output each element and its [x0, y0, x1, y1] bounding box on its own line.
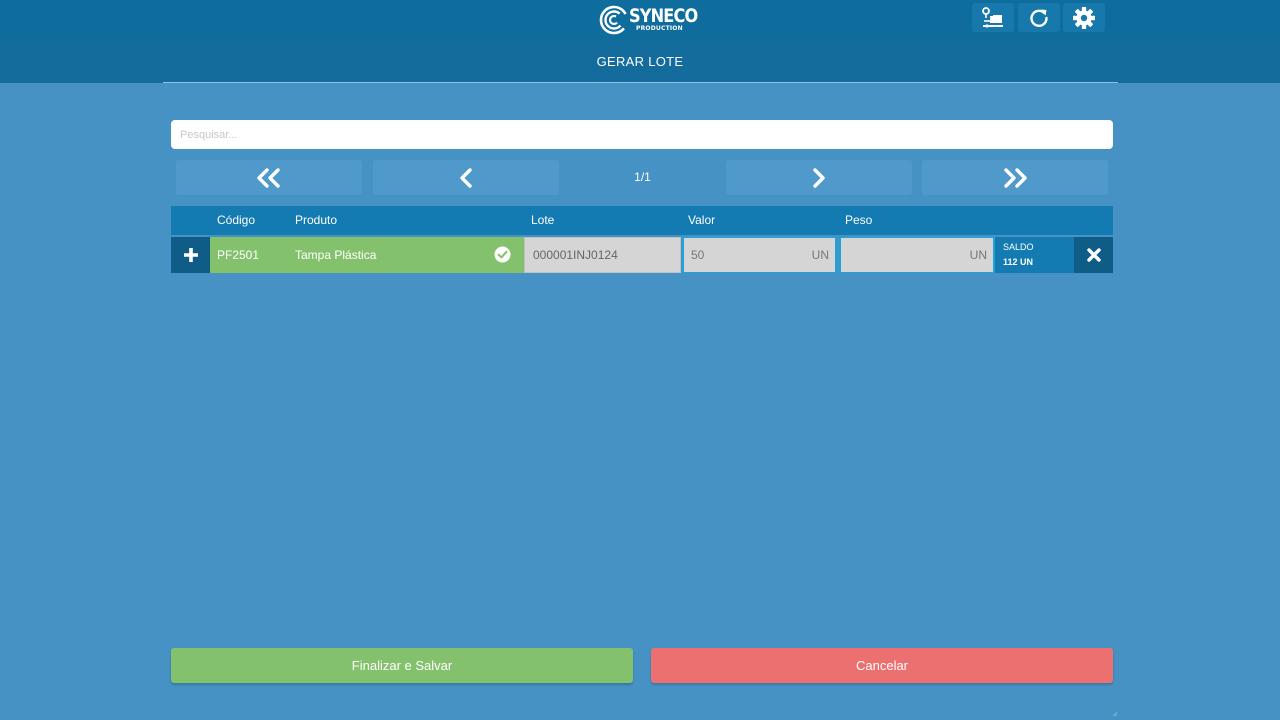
plus-icon: [183, 248, 198, 262]
delivery-icon: [982, 6, 1003, 28]
finalize-save-button[interactable]: Finalizar e Salvar: [171, 648, 633, 683]
chevron-left-icon: [460, 167, 472, 188]
column-header-codigo: Código: [217, 213, 256, 227]
page-indicator: 1/1: [634, 170, 651, 184]
cancel-button[interactable]: Cancelar: [651, 648, 1113, 683]
logo-mark-icon: [599, 5, 629, 35]
valor-value: 50: [691, 248, 705, 262]
page-title: GERAR LOTE: [596, 54, 684, 69]
delivery-button[interactable]: [972, 3, 1014, 32]
remove-row-button[interactable]: [1074, 237, 1113, 273]
table-header: Código Produto Lote Valor Peso: [171, 206, 1113, 235]
title-divider: [163, 82, 1118, 83]
lote-field[interactable]: 000001INJ0124: [524, 237, 681, 273]
double-chevron-left-icon: [257, 167, 280, 188]
product-cell[interactable]: PF2501 Tampa Plástica: [210, 237, 524, 273]
syneco-logo: SYNECO PRODUCTION: [599, 3, 698, 37]
add-row-button[interactable]: [171, 237, 210, 273]
peso-field[interactable]: UN: [839, 237, 995, 273]
next-page-button[interactable]: [726, 160, 912, 195]
chevron-right-icon: [813, 167, 825, 188]
column-header-peso: Peso: [845, 213, 873, 227]
logo-subtext: PRODUCTION: [636, 25, 683, 32]
column-header-lote: Lote: [531, 213, 555, 227]
first-page-button[interactable]: [176, 160, 362, 195]
settings-button[interactable]: [1063, 3, 1105, 32]
table-row: PF2501 Tampa Plástica 000001INJ0124 50 U…: [171, 237, 1113, 273]
peso-unit: UN: [969, 248, 987, 262]
gear-icon: [1073, 6, 1095, 29]
close-icon: [1086, 248, 1101, 262]
previous-page-button[interactable]: [373, 160, 559, 195]
search-input[interactable]: [171, 120, 1113, 149]
column-header-produto: Produto: [295, 213, 338, 227]
valor-field[interactable]: 50 UN: [682, 237, 837, 273]
refresh-icon: [1030, 9, 1048, 27]
saldo-cell: SALDO 112 UN: [995, 237, 1074, 273]
saldo-label: SALDO: [1003, 242, 1034, 252]
product-name: Tampa Plástica: [295, 248, 377, 262]
refresh-button[interactable]: [1018, 3, 1060, 32]
check-circle-icon: [494, 246, 511, 263]
product-code: PF2501: [217, 248, 260, 262]
valor-unit: UN: [811, 248, 829, 262]
last-page-button[interactable]: [922, 160, 1108, 195]
resize-handle-icon: [1112, 711, 1118, 717]
saldo-value: 112 UN: [1003, 257, 1034, 267]
top-bar: SYNECO PRODUCTION: [0, 0, 1280, 40]
double-chevron-right-icon: [1004, 167, 1027, 188]
logo-text: SYNECO: [629, 5, 698, 27]
column-header-valor: Valor: [688, 213, 716, 227]
